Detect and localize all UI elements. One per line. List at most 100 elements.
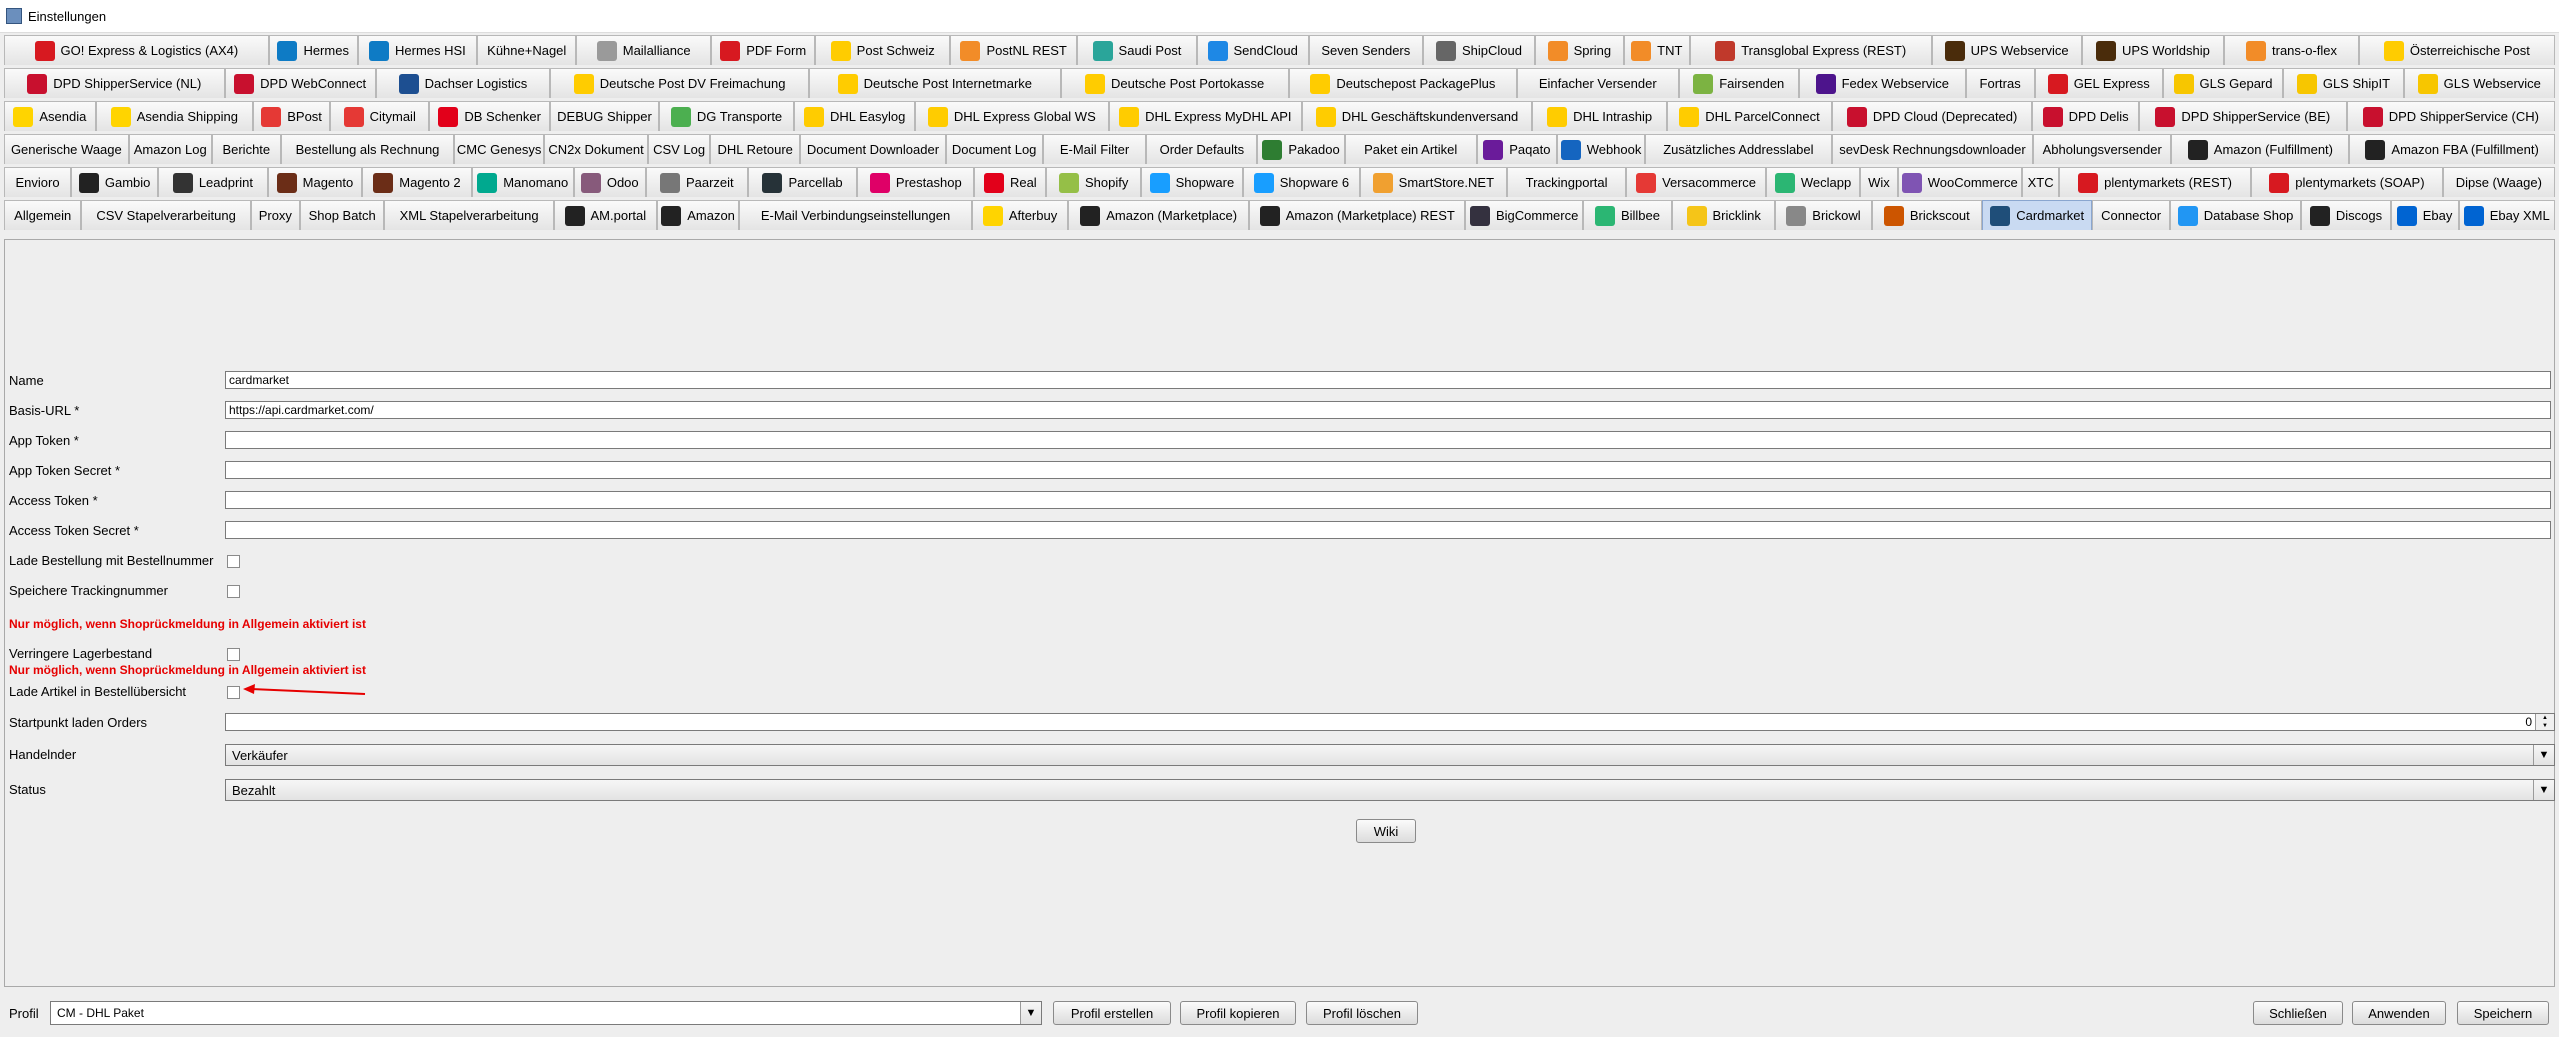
base-url-input[interactable]: https://api.cardmarket.com/: [225, 401, 2551, 419]
load-articles-checkbox[interactable]: [227, 686, 240, 699]
tab-mailalliance[interactable]: Mailalliance: [576, 35, 712, 65]
tab-document-log[interactable]: Document Log: [945, 134, 1043, 164]
access-token-input[interactable]: [225, 491, 2551, 509]
tab-transglobal-express-rest[interactable]: Transglobal Express (REST): [1689, 35, 1932, 65]
name-input[interactable]: cardmarket: [225, 371, 2551, 389]
tab-citymail[interactable]: Citymail: [330, 101, 430, 131]
tab-deutsche-post-portokasse[interactable]: Deutsche Post Portokasse: [1060, 68, 1289, 98]
tab-magento-2[interactable]: Magento 2: [362, 167, 472, 197]
tab-versacommerce[interactable]: Versacommerce: [1626, 167, 1766, 197]
tab-am-portal[interactable]: AM.portal: [553, 200, 657, 230]
tab-afterbuy[interactable]: Afterbuy: [971, 200, 1069, 230]
tab-fairsenden[interactable]: Fairsenden: [1678, 68, 1799, 98]
apply-button[interactable]: Anwenden: [2352, 1001, 2446, 1025]
delete-profile-button[interactable]: Profil löschen: [1306, 1001, 1418, 1025]
tab-plentymarkets-rest[interactable]: plentymarkets (REST): [2059, 167, 2251, 197]
tab-einfacher-versender[interactable]: Einfacher Versender: [1517, 68, 1679, 98]
tab-document-downloader[interactable]: Document Downloader: [800, 134, 946, 164]
reduce-stock-checkbox[interactable]: [227, 648, 240, 661]
status-select[interactable]: Bezahlt ▼: [225, 779, 2555, 801]
save-tracking-checkbox[interactable]: [227, 585, 240, 598]
tab-plentymarkets-soap[interactable]: plentymarkets (SOAP): [2250, 167, 2443, 197]
tab-webhook[interactable]: Webhook: [1557, 134, 1645, 164]
close-button[interactable]: Schließen: [2253, 1001, 2343, 1025]
tab-fortras[interactable]: Fortras: [1965, 68, 2035, 98]
tab-csv-log[interactable]: CSV Log: [647, 134, 711, 164]
tab-dhl-intraship[interactable]: DHL Intraship: [1531, 101, 1668, 131]
tab-bricklink[interactable]: Bricklink: [1672, 200, 1776, 230]
tab-dhl-express-mydhl-api[interactable]: DHL Express MyDHL API: [1108, 101, 1303, 131]
tab-prestashop[interactable]: Prestashop: [857, 167, 975, 197]
tab-deutschepost-packageplus[interactable]: Deutschepost PackagePlus: [1288, 68, 1518, 98]
tab-post-schweiz[interactable]: Post Schweiz: [815, 35, 951, 65]
tab-gambio[interactable]: Gambio: [71, 167, 159, 197]
tab-deutsche-post-internetmarke[interactable]: Deutsche Post Internetmarke: [809, 68, 1061, 98]
tab-debug-shipper[interactable]: DEBUG Shipper: [550, 101, 659, 131]
tab-xml-stapelverarbeitung[interactable]: XML Stapelverarbeitung: [384, 200, 554, 230]
tab-billbee[interactable]: Billbee: [1582, 200, 1673, 230]
tab-trackingportal[interactable]: Trackingportal: [1506, 167, 1627, 197]
tab-paket-ein-artikel[interactable]: Paket ein Artikel: [1344, 134, 1477, 164]
tab-order-defaults[interactable]: Order Defaults: [1146, 134, 1258, 164]
tab-ups-worldship[interactable]: UPS Worldship: [2081, 35, 2225, 65]
tab-paqato[interactable]: Paqato: [1476, 134, 1558, 164]
tab-amazon-fulfillment[interactable]: Amazon (Fulfillment): [2171, 134, 2350, 164]
tab-db-schenker[interactable]: DB Schenker: [429, 101, 551, 131]
tab-bestellung-als-rechnung[interactable]: Bestellung als Rechnung: [280, 134, 455, 164]
tab-gel-express[interactable]: GEL Express: [2034, 68, 2163, 98]
tab-amazon-marketplace-rest[interactable]: Amazon (Marketplace) REST: [1249, 200, 1466, 230]
tab-brickscout[interactable]: Brickscout: [1871, 200, 1982, 230]
tab-manomano[interactable]: Manomano: [471, 167, 574, 197]
load-order-checkbox[interactable]: [227, 555, 240, 568]
tab-deutsche-post-dv-freimachung[interactable]: Deutsche Post DV Freimachung: [550, 68, 810, 98]
tab-magento[interactable]: Magento: [267, 167, 363, 197]
tab-sevdesk-rechnungsdownloader[interactable]: sevDesk Rechnungsdownloader: [1831, 134, 2033, 164]
tab-asendia[interactable]: Asendia: [4, 101, 96, 131]
tab-dhl-easylog[interactable]: DHL Easylog: [794, 101, 916, 131]
tab-csv-stapelverarbeitung[interactable]: CSV Stapelverarbeitung: [81, 200, 251, 230]
tab-envioro[interactable]: Envioro: [4, 167, 72, 197]
tab-gls-shipit[interactable]: GLS ShipIT: [2283, 68, 2404, 98]
tab-dpd-shipperservice-ch[interactable]: DPD ShipperService (CH): [2346, 101, 2555, 131]
tab-dipse-waage[interactable]: Dipse (Waage): [2442, 167, 2555, 197]
tab-e-mail-filter[interactable]: E-Mail Filter: [1042, 134, 1147, 164]
tab-trans-o-flex[interactable]: trans-o-flex: [2224, 35, 2359, 65]
copy-profile-button[interactable]: Profil kopieren: [1180, 1001, 1296, 1025]
access-token-secret-input[interactable]: [225, 521, 2551, 539]
tab-kühne-nagel[interactable]: Kühne+Nagel: [477, 35, 577, 65]
tab-odoo[interactable]: Odoo: [573, 167, 646, 197]
tab-österreichische-post[interactable]: Österreichische Post: [2358, 35, 2555, 65]
tab-amazon-marketplace[interactable]: Amazon (Marketplace): [1068, 200, 1250, 230]
save-button[interactable]: Speichern: [2457, 1001, 2549, 1025]
tab-proxy[interactable]: Proxy: [250, 200, 300, 230]
tab-dhl-geschäftskundenversand[interactable]: DHL Geschäftskundenversand: [1302, 101, 1532, 131]
tab-berichte[interactable]: Berichte: [211, 134, 281, 164]
tab-tnt[interactable]: TNT: [1623, 35, 1690, 65]
tab-zusätzliches-addresslabel[interactable]: Zusätzliches Addresslabel: [1644, 134, 1832, 164]
tab-hermes-hsi[interactable]: Hermes HSI: [357, 35, 478, 65]
tab-dpd-delis[interactable]: DPD Delis: [2032, 101, 2139, 131]
tab-go-express-logistics-ax4[interactable]: GO! Express & Logistics (AX4): [4, 35, 269, 65]
tab-bigcommerce[interactable]: BigCommerce: [1465, 200, 1583, 230]
tab-weclapp[interactable]: Weclapp: [1765, 167, 1861, 197]
tab-real[interactable]: Real: [974, 167, 1047, 197]
tab-ebay-xml[interactable]: Ebay XML: [2458, 200, 2555, 230]
tab-shopware-6[interactable]: Shopware 6: [1242, 167, 1360, 197]
tab-postnl-rest[interactable]: PostNL REST: [950, 35, 1078, 65]
tab-dachser-logistics[interactable]: Dachser Logistics: [375, 68, 551, 98]
tab-allgemein[interactable]: Allgemein: [4, 200, 82, 230]
startpoint-spinner[interactable]: 0 ▲ ▼: [225, 713, 2555, 731]
tab-abholungsversender[interactable]: Abholungsversender: [2032, 134, 2172, 164]
tab-asendia-shipping[interactable]: Asendia Shipping: [95, 101, 253, 131]
tab-dhl-parcelconnect[interactable]: DHL ParcelConnect: [1667, 101, 1832, 131]
tab-cmc-genesys[interactable]: CMC Genesys: [454, 134, 545, 164]
tab-cn2x-dokument[interactable]: CN2x Dokument: [544, 134, 648, 164]
app-token-secret-input[interactable]: [225, 461, 2551, 479]
tab-brickowl[interactable]: Brickowl: [1775, 200, 1872, 230]
tab-spring[interactable]: Spring: [1534, 35, 1624, 65]
tab-shopware[interactable]: Shopware: [1140, 167, 1243, 197]
tab-dhl-express-global-ws[interactable]: DHL Express Global WS: [915, 101, 1109, 131]
tab-pakadoo[interactable]: Pakadoo: [1257, 134, 1345, 164]
tab-hermes[interactable]: Hermes: [268, 35, 358, 65]
tab-dpd-cloud-deprecated[interactable]: DPD Cloud (Deprecated): [1831, 101, 2033, 131]
